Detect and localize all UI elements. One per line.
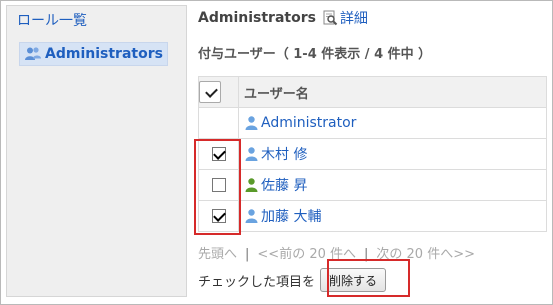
user-icon xyxy=(244,177,259,193)
select-all-cell xyxy=(198,76,239,108)
user-link[interactable]: Administrator xyxy=(261,115,356,131)
user-group-icon xyxy=(24,46,42,62)
assigned-users-count: 付与ユーザー（ 1-4 件表示 / 4 件中 ） xyxy=(198,47,432,62)
table-header-row: ユーザー名 xyxy=(198,76,547,108)
table-row: Administrator xyxy=(198,107,547,139)
detail-link[interactable]: 詳細 xyxy=(322,8,368,28)
user-link[interactable]: 木村 修 xyxy=(261,144,307,164)
column-header-user-name: ユーザー名 xyxy=(238,76,547,108)
table-row: 木村 修 xyxy=(198,138,547,170)
select-all-checkbox[interactable] xyxy=(199,81,221,103)
delete-highlight-box xyxy=(327,259,410,297)
table-row: 加藤 大輔 xyxy=(198,200,547,232)
user-name-cell: 木村 修 xyxy=(238,138,547,170)
pager-separator: | xyxy=(245,247,250,262)
role-name: Administrators xyxy=(198,10,316,26)
user-link[interactable]: 佐藤 昇 xyxy=(261,175,307,195)
detail-label: 詳細 xyxy=(339,11,368,27)
sidebar-title[interactable]: ロール一覧 xyxy=(17,10,87,30)
checkbox-highlight-box xyxy=(194,139,241,235)
sidebar: ロール一覧 Administrators xyxy=(6,5,187,297)
user-icon xyxy=(244,115,259,131)
sidebar-item-administrators[interactable]: Administrators xyxy=(19,42,168,66)
checked-items-label: チェックした項目を xyxy=(198,274,316,290)
user-name-cell: Administrator xyxy=(238,107,547,139)
user-icon xyxy=(244,146,259,162)
table-row: 佐藤 昇 xyxy=(198,169,547,201)
user-table: ユーザー名 Administrator 木村 修 佐藤 昇 加藤 大輔 xyxy=(198,76,547,232)
checkbox-cell xyxy=(198,107,239,139)
user-name-cell: 加藤 大輔 xyxy=(238,200,547,232)
user-name-cell: 佐藤 昇 xyxy=(238,169,547,201)
role-header: Administrators 詳細 xyxy=(198,8,368,28)
magnifier-document-icon xyxy=(322,10,338,26)
pager-first: 先頭へ xyxy=(198,247,238,262)
user-icon xyxy=(244,208,259,224)
user-link[interactable]: 加藤 大輔 xyxy=(261,206,321,226)
sidebar-item-label: Administrators xyxy=(45,46,163,62)
